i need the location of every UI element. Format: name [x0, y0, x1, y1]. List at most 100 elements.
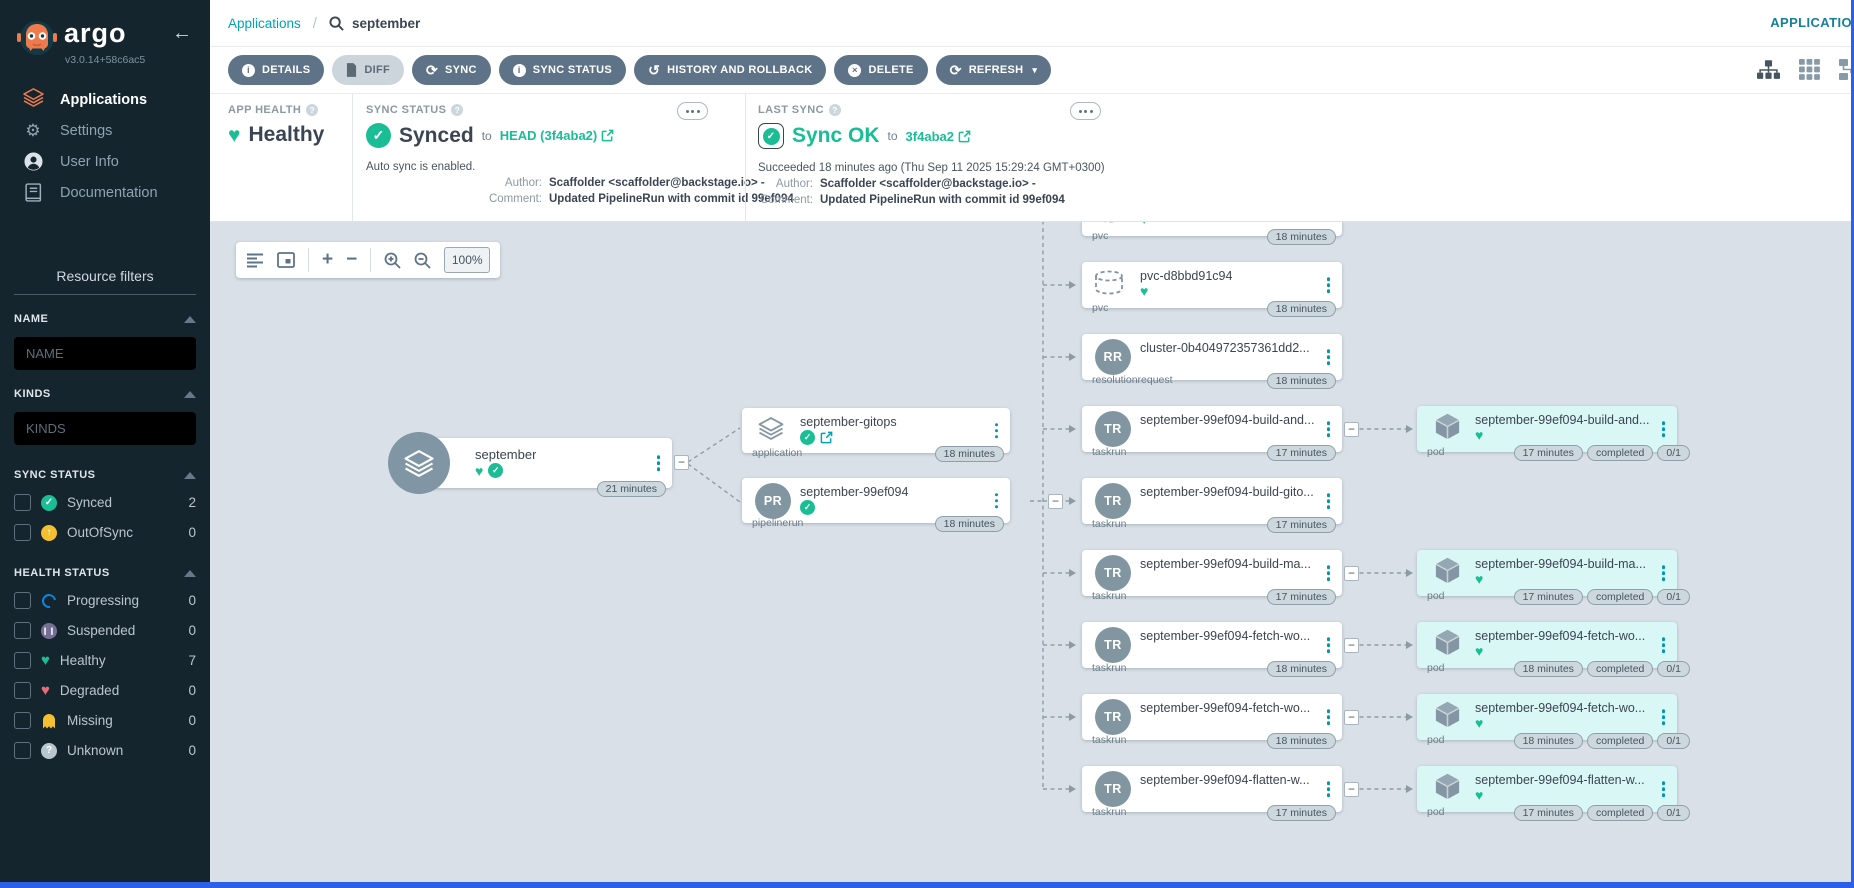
node-kind-label: taskrun [1092, 518, 1127, 530]
filter-option-synced[interactable]: ✓ Synced 2 [14, 494, 196, 511]
graph-node-app-september-gitops[interactable]: application september-gitops ✓ 18 minutes [742, 408, 1010, 462]
collapse-node-button[interactable]: − [1048, 494, 1063, 509]
collapse-triangle-icon[interactable] [184, 569, 196, 577]
graph-node-taskrun-flatten-w[interactable]: TR taskrun september-99ef094-flatten-w... 1… [1082, 766, 1342, 821]
relayout-icon[interactable] [246, 253, 264, 268]
resource-tree-canvas[interactable]: + − september♥✓21 minutes applicationsept… [210, 222, 1854, 888]
collapse-triangle-icon[interactable] [184, 471, 196, 479]
magnifier-plus-icon[interactable] [384, 252, 401, 269]
pods-view-icon[interactable] [1799, 59, 1820, 80]
graph-node-pod-flatten-w[interactable]: pod september-99ef094-flatten-w... ♥ 17 min… [1417, 766, 1690, 821]
last-sync-menu-button[interactable] [1070, 102, 1101, 120]
graph-node-pod-fetch-wo-2[interactable]: pod september-99ef094-fetch-wo... ♥ 18 minu… [1417, 694, 1690, 749]
sync-button[interactable]: ⟳ SYNC [411, 55, 491, 85]
node-menu-button[interactable] [1659, 562, 1669, 584]
graph-node-taskrun-fetch-wo-2[interactable]: TR taskrun september-99ef094-fetch-wo... 18… [1082, 694, 1342, 749]
sidebar-item-settings[interactable]: ⚙ Settings [0, 115, 210, 146]
node-menu-button[interactable] [1659, 706, 1669, 728]
external-link-icon[interactable] [820, 431, 833, 444]
collapse-triangle-icon[interactable] [184, 390, 196, 398]
collapse-node-button[interactable]: − [1344, 566, 1359, 581]
node-menu-button[interactable] [992, 420, 1002, 442]
zoom-in-button[interactable]: + [322, 249, 333, 271]
kinds-filter-input[interactable] [14, 412, 196, 445]
node-menu-button[interactable] [1324, 778, 1334, 800]
filter-checkbox[interactable] [14, 524, 31, 541]
filter-option-suspended[interactable]: ❙❙ Suspended 0 [14, 622, 196, 639]
button-label: HISTORY AND ROLLBACK [667, 64, 813, 76]
graph-node-pod-build-ma[interactable]: pod september-99ef094-build-ma... ♥ 17 minu… [1417, 550, 1690, 605]
sidebar-item-user-info[interactable]: User Info [0, 146, 210, 177]
zoom-level-input[interactable] [444, 247, 491, 273]
node-menu-button[interactable] [992, 490, 1002, 512]
graph-node-app-september[interactable]: september ♥ ✓ 21 minutes [388, 432, 672, 497]
history-and-rollback-button[interactable]: ↺ HISTORY AND ROLLBACK [634, 55, 827, 85]
filter-option-unknown[interactable]: ? Unknown 0 [14, 742, 196, 759]
node-menu-button[interactable] [1324, 706, 1334, 728]
graph-node-resolutionrequest-cluster[interactable]: RR resolutionrequest cluster-0b40497235736… [1082, 334, 1342, 389]
unknown-icon: ? [41, 742, 57, 759]
graph-node-taskrun-fetch-wo-1[interactable]: TR taskrun september-99ef094-fetch-wo... 18… [1082, 622, 1342, 677]
filter-option-healthy[interactable]: ♥ Healthy 7 [14, 652, 196, 669]
search-term-text[interactable]: september [352, 16, 420, 31]
graph-node-pvc-d8bbd91c94[interactable]: pvc pvc-d8bbd91c94 ♥ 18 minutes [1082, 262, 1342, 317]
graph-node-taskrun-build-gito[interactable]: TR taskrun september-99ef094-build-gito...… [1082, 478, 1342, 533]
diff-button[interactable]: DIFF [332, 55, 404, 85]
node-menu-button[interactable] [1324, 346, 1334, 368]
delete-button[interactable]: × DELETE [834, 55, 928, 85]
filter-checkbox[interactable] [14, 742, 31, 759]
node-menu-button[interactable] [1324, 418, 1334, 440]
node-menu-button[interactable] [1659, 778, 1669, 800]
collapse-node-button[interactable]: − [1344, 782, 1359, 797]
graph-node-pod-build-and[interactable]: pod september-99ef094-build-and... ♥ 17 min… [1417, 406, 1690, 461]
filter-option-missing[interactable]: Missing 0 [14, 712, 196, 729]
tree-view-icon[interactable] [1757, 59, 1780, 80]
collapse-node-button[interactable]: − [674, 455, 689, 470]
last-sync-revision-link[interactable]: 3f4aba2 [906, 129, 971, 144]
collapse-triangle-icon[interactable] [184, 315, 196, 323]
sync-status-button[interactable]: i SYNC STATUS [498, 55, 627, 85]
name-filter-input[interactable] [14, 337, 196, 370]
node-menu-button[interactable] [1324, 222, 1334, 224]
node-badge: 17 minutes [1513, 805, 1583, 821]
graph-node-pipelinerun-september-99ef094[interactable]: PR pipelinerun september-99ef094 ✓ 18 minute… [742, 478, 1010, 532]
node-menu-button[interactable] [1324, 562, 1334, 584]
graph-node-taskrun-build-and[interactable]: TR taskrun september-99ef094-build-and... 1… [1082, 406, 1342, 461]
collapse-node-button[interactable]: − [1344, 638, 1359, 653]
sidebar-collapse-arrow[interactable]: ← [172, 22, 192, 45]
filter-option-degraded[interactable]: ♥ Degraded 0 [14, 682, 196, 699]
sync-revision-link[interactable]: HEAD (3f4aba2) [500, 128, 615, 143]
node-badges: 18 minutes [934, 446, 1004, 462]
node-menu-button[interactable] [654, 452, 664, 474]
sync-status-menu-button[interactable] [677, 102, 708, 120]
refresh-button[interactable]: ⟳ REFRESH ▾ [935, 55, 1052, 85]
node-menu-button[interactable] [1324, 634, 1334, 656]
node-menu-button[interactable] [1659, 418, 1669, 440]
filter-checkbox[interactable] [14, 622, 31, 639]
filter-checkbox[interactable] [14, 592, 31, 609]
node-badge: 17 minutes [1266, 517, 1336, 533]
collapse-node-button[interactable]: − [1344, 422, 1359, 437]
sidebar-item-applications[interactable]: Applications [0, 84, 210, 115]
fit-to-screen-icon[interactable] [277, 252, 295, 268]
filter-checkbox[interactable] [14, 494, 31, 511]
graph-node-pod-fetch-wo-1[interactable]: pod september-99ef094-fetch-wo... ♥ 18 minu… [1417, 622, 1690, 677]
zoom-out-button[interactable]: − [346, 249, 357, 271]
node-menu-button[interactable] [1324, 490, 1334, 512]
filter-checkbox[interactable] [14, 682, 31, 699]
filter-checkbox[interactable] [14, 652, 31, 669]
filter-option-progressing[interactable]: Progressing 0 [14, 590, 196, 611]
graph-node-taskrun-build-ma[interactable]: TR taskrun september-99ef094-build-ma... 17… [1082, 550, 1342, 605]
magnifier-minus-icon[interactable] [414, 252, 431, 269]
details-button[interactable]: i DETAILS [228, 55, 325, 85]
node-badge: 17 minutes [1513, 589, 1583, 605]
filter-checkbox[interactable] [14, 712, 31, 729]
collapse-node-button[interactable]: − [1344, 710, 1359, 725]
graph-node-pvc-partial[interactable]: pvc ♥ 18 minutes [1082, 222, 1342, 245]
node-status-icons: ♥ [1475, 428, 1483, 442]
breadcrumb-applications-link[interactable]: Applications [228, 16, 301, 31]
filter-option-outofsync[interactable]: ↑ OutOfSync 0 [14, 524, 196, 541]
node-menu-button[interactable] [1324, 274, 1334, 296]
node-menu-button[interactable] [1659, 634, 1669, 656]
sidebar-item-documentation[interactable]: Documentation [0, 177, 210, 208]
